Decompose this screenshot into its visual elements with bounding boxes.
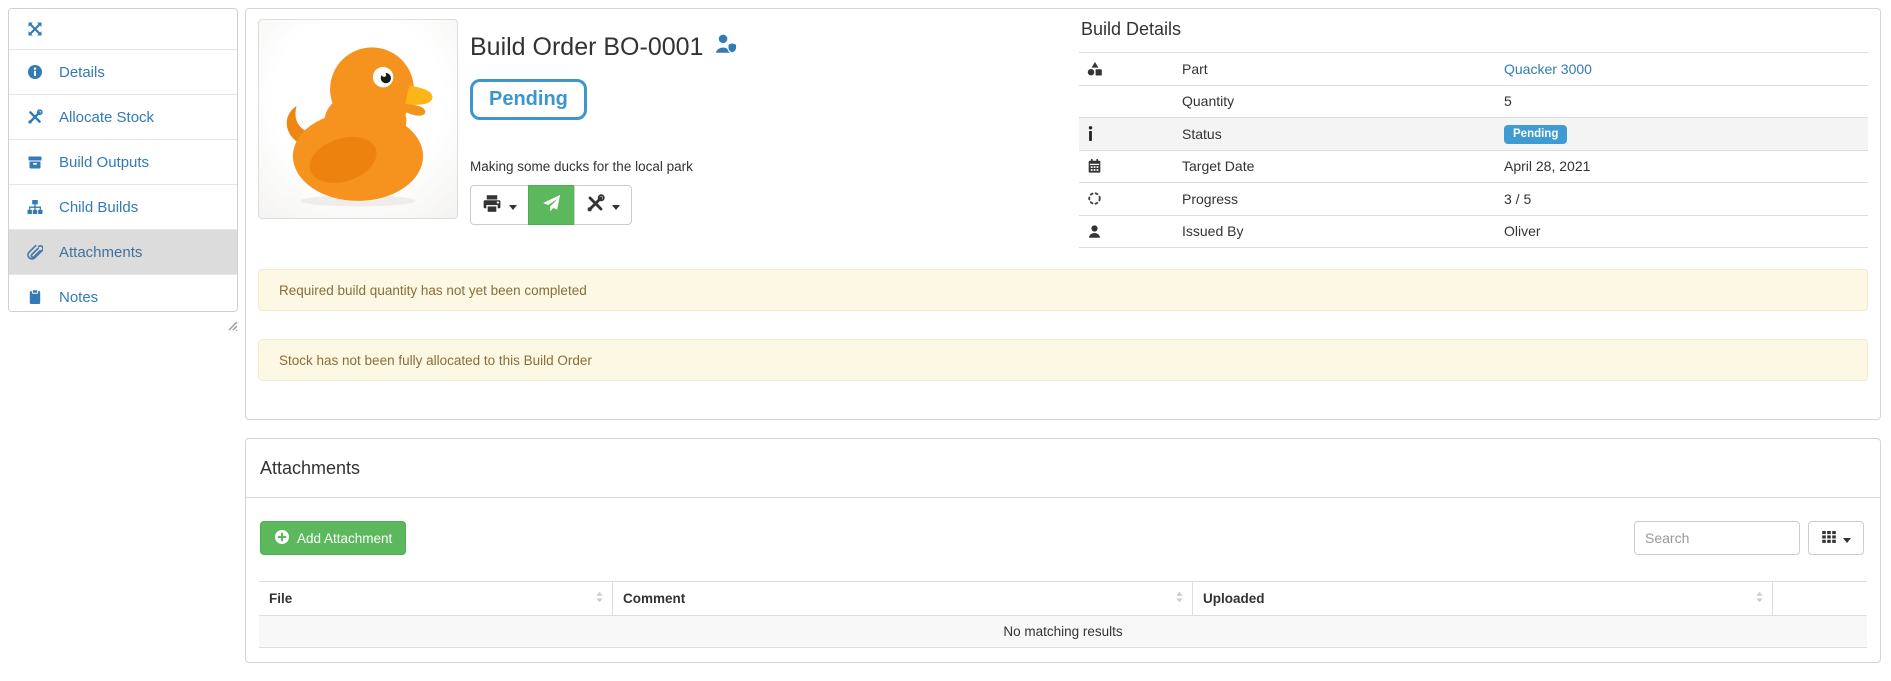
alert-build-incomplete: Required build quantity has not yet been… xyxy=(258,269,1868,311)
detail-label: Quantity xyxy=(1182,93,1504,109)
paper-plane-icon xyxy=(542,194,561,216)
user-icon xyxy=(1087,224,1182,239)
attachments-table: File Comment Uploaded xyxy=(259,581,1867,648)
build-details-title: Build Details xyxy=(1081,19,1868,40)
sort-icon xyxy=(595,590,604,607)
part-link[interactable]: Quacker 3000 xyxy=(1504,61,1592,77)
action-button-group xyxy=(470,185,632,225)
detail-label: Part xyxy=(1182,61,1504,77)
detail-value: Oliver xyxy=(1504,223,1868,239)
paper-plane-button[interactable] xyxy=(528,185,575,225)
clipboard-icon xyxy=(26,289,44,305)
empty-table-message: No matching results xyxy=(259,616,1867,648)
status-badge: Pending xyxy=(1504,125,1567,144)
sort-icon xyxy=(1755,590,1764,607)
columns-dropdown-button[interactable] xyxy=(1808,521,1864,555)
detail-label: Issued By xyxy=(1182,223,1504,239)
sidebar-item-build-outputs[interactable]: Build Outputs xyxy=(9,139,237,184)
detail-row-progress: Progress 3 / 5 xyxy=(1079,182,1868,215)
sidebar-item-notes[interactable]: Notes xyxy=(9,274,237,312)
caret-down-icon xyxy=(612,198,620,213)
build-actions-button[interactable] xyxy=(574,185,632,225)
build-description: Making some ducks for the local park xyxy=(470,159,693,174)
tools-icon xyxy=(586,194,605,216)
detail-value: Pending xyxy=(1504,124,1868,144)
add-attachment-label: Add Attachment xyxy=(297,531,392,546)
detail-row-issued-by: Issued By Oliver xyxy=(1079,215,1868,249)
search-input[interactable] xyxy=(1634,521,1800,555)
print-actions-button[interactable] xyxy=(470,185,529,225)
spinner-icon xyxy=(1087,191,1182,206)
shapes-icon xyxy=(1087,61,1182,77)
boxes-icon xyxy=(26,154,44,170)
column-header-actions xyxy=(1773,582,1867,615)
detail-value: 3 / 5 xyxy=(1504,191,1868,207)
th-grid-icon xyxy=(1821,529,1837,548)
detail-row-part: Part Quacker 3000 xyxy=(1079,52,1868,85)
page-title-text: Build Order BO-0001 xyxy=(470,33,703,62)
sort-icon xyxy=(1175,590,1184,607)
user-shield-icon xyxy=(714,33,739,62)
plus-circle-icon xyxy=(274,529,290,548)
sidebar: Details Allocate Stock Build Outputs Chi… xyxy=(8,8,238,312)
column-header-uploaded[interactable]: Uploaded xyxy=(1193,582,1773,615)
sidebar-item-label: Attachments xyxy=(59,244,142,261)
calendar-icon xyxy=(1087,158,1182,174)
sidebar-item-child-builds[interactable]: Child Builds xyxy=(9,184,237,229)
detail-label: Status xyxy=(1182,126,1504,142)
caret-down-icon xyxy=(1843,531,1851,546)
resize-grip[interactable] xyxy=(224,317,238,336)
status-outline-badge: Pending xyxy=(470,79,587,120)
alert-stock-unallocated: Stock has not been fully allocated to th… xyxy=(258,339,1868,381)
sidebar-item-allocate-stock[interactable]: Allocate Stock xyxy=(9,94,237,139)
sidebar-item-label: Allocate Stock xyxy=(59,109,154,126)
sidebar-item-attachments[interactable]: Attachments xyxy=(9,229,237,274)
expand-icon xyxy=(26,21,44,37)
detail-value: 5 xyxy=(1504,93,1868,109)
tools-icon xyxy=(26,109,44,125)
sidebar-item-details[interactable]: Details xyxy=(9,49,237,94)
paperclip-icon xyxy=(26,244,44,260)
detail-label: Progress xyxy=(1182,191,1504,207)
column-header-comment[interactable]: Comment xyxy=(613,582,1193,615)
duck-image xyxy=(265,26,451,212)
detail-row-status: Status Pending xyxy=(1079,117,1868,150)
add-attachment-button[interactable]: Add Attachment xyxy=(260,521,406,555)
attachments-title: Attachments xyxy=(246,439,1880,498)
detail-row-quantity: Quantity 5 xyxy=(1079,85,1868,118)
attachments-panel: Attachments Add Attachment File xyxy=(245,438,1881,663)
detail-value: April 28, 2021 xyxy=(1504,158,1868,174)
printer-icon xyxy=(482,194,502,217)
detail-label: Target Date xyxy=(1182,158,1504,174)
sitemap-icon xyxy=(26,199,44,215)
page-title: Build Order BO-0001 xyxy=(470,33,739,62)
app-root: Details Allocate Stock Build Outputs Chi… xyxy=(0,0,1891,681)
detail-row-target-date: Target Date April 28, 2021 xyxy=(1079,150,1868,183)
sidebar-item-label: Details xyxy=(59,64,105,81)
attachments-table-header: File Comment Uploaded xyxy=(259,582,1867,616)
column-header-file[interactable]: File xyxy=(259,582,613,615)
detail-value: Quacker 3000 xyxy=(1504,61,1868,77)
sidebar-item-label: Build Outputs xyxy=(59,154,149,171)
info-icon xyxy=(1087,126,1182,141)
info-circle-icon xyxy=(26,64,44,80)
caret-down-icon xyxy=(509,198,517,213)
build-details-panel: Build Details Part Quacker 3000 Quantity… xyxy=(1079,19,1868,248)
sidebar-item-label: Notes xyxy=(59,289,98,306)
part-thumbnail[interactable] xyxy=(258,19,458,219)
build-order-panel: Build Order BO-0001 Pending Making some … xyxy=(245,8,1881,420)
sidebar-item-label: Child Builds xyxy=(59,199,138,216)
sidebar-expand-toggle[interactable] xyxy=(9,9,237,49)
